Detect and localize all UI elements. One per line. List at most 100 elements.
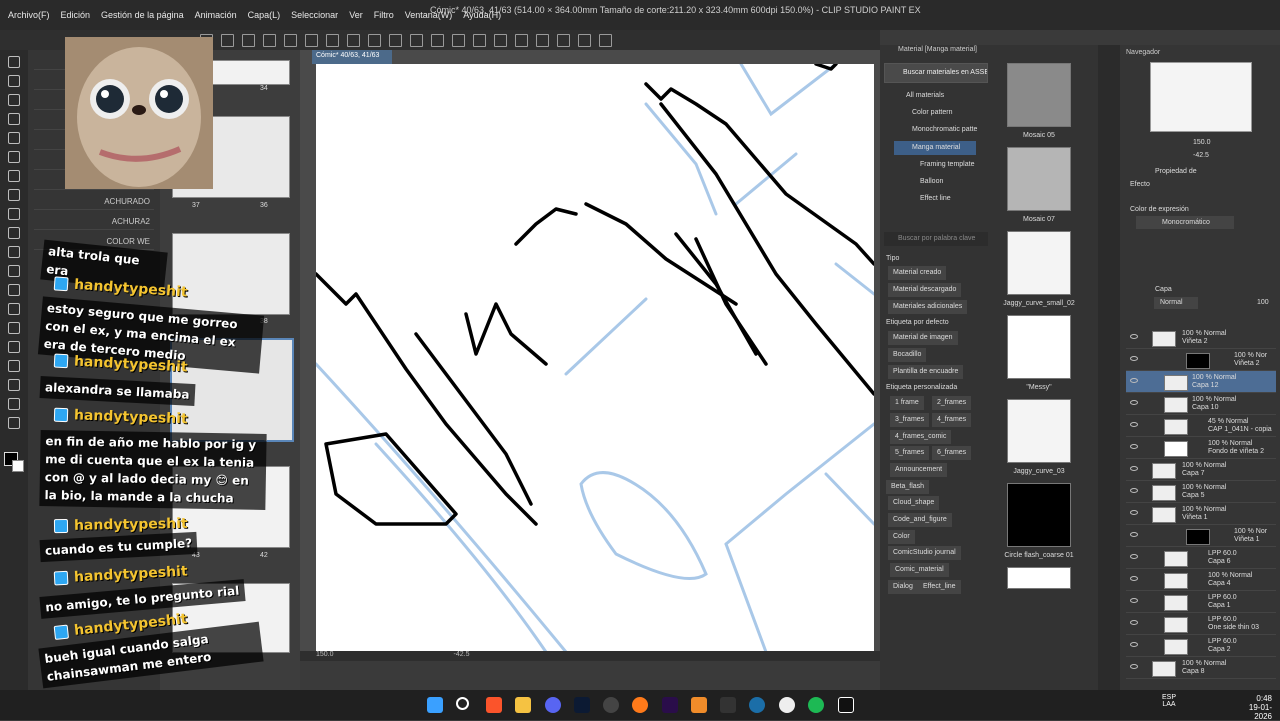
menu-ver[interactable]: Ver	[349, 10, 363, 20]
layer-row[interactable]: LPP 60.0 One side thin 03	[1126, 613, 1276, 635]
save-icon[interactable]	[242, 33, 255, 47]
snap-grid-icon[interactable]	[578, 33, 591, 47]
fill-bucket-icon[interactable]	[8, 303, 20, 315]
redo-icon[interactable]	[389, 33, 402, 47]
layer-row[interactable]: LPP 60.0 Capa 6	[1126, 547, 1276, 569]
drawing-canvas[interactable]	[316, 64, 874, 652]
deselect-icon[interactable]	[494, 33, 507, 47]
page-icon[interactable]	[284, 33, 297, 47]
tag-cloud-shape[interactable]: Cloud_shape	[888, 496, 940, 510]
page4-icon[interactable]	[347, 33, 360, 47]
layer-row[interactable]: 100 % Nor Viñeta 1	[1126, 525, 1276, 547]
eye-icon[interactable]	[1130, 422, 1138, 427]
material-jaggy-curve-small-02[interactable]	[1007, 231, 1071, 295]
eye-icon[interactable]	[1130, 334, 1138, 339]
brave-browser-icon[interactable]	[486, 697, 502, 713]
tag-color[interactable]: Color	[888, 530, 915, 544]
photoshop-icon[interactable]	[574, 697, 590, 713]
zoom-value[interactable]: 150.0	[316, 651, 334, 661]
layer-row[interactable]: 100 % Normal Capa 5	[1126, 481, 1276, 503]
tag-beta-flash[interactable]: Beta_flash	[886, 480, 930, 494]
capcut-icon[interactable]	[838, 697, 854, 713]
layer-row[interactable]: LPP 60.0 Capa 2	[1126, 635, 1276, 657]
material-mosaic-05[interactable]	[1007, 63, 1071, 127]
move-layer-icon[interactable]	[8, 113, 20, 125]
layer-row[interactable]: 100 % Normal Capa 4	[1126, 569, 1276, 591]
start-icon[interactable]	[427, 697, 443, 713]
eye-icon[interactable]	[1130, 642, 1138, 647]
lasso-icon[interactable]	[8, 132, 20, 144]
tag-materiales-adicionales[interactable]: Materiales adicionales	[888, 300, 968, 314]
navigator-zoom[interactable]: 150.0	[1193, 139, 1211, 146]
select-icon[interactable]	[410, 33, 423, 47]
tag-material-imagen[interactable]: Material de imagen	[888, 331, 958, 345]
tag-comicstudio-journal[interactable]: ComicStudio journal	[888, 546, 961, 560]
system-clock[interactable]: 0:48 19-01-2026	[1238, 694, 1272, 721]
open-icon[interactable]	[221, 33, 234, 47]
correct-line-icon[interactable]	[8, 417, 20, 429]
menu-animacion[interactable]: Animación	[195, 10, 237, 20]
transform-icon[interactable]	[473, 33, 486, 47]
obs-icon[interactable]	[603, 697, 619, 713]
undo-icon[interactable]	[368, 33, 381, 47]
brush-item-achurado[interactable]: ACHURADO	[34, 194, 154, 210]
fill-icon[interactable]	[452, 33, 465, 47]
material-jaggy-curve-03[interactable]	[1007, 399, 1071, 463]
tag-6-frames[interactable]: 6_frames	[932, 446, 972, 460]
tag-bocadillo[interactable]: Bocadillo	[888, 348, 927, 362]
navigator-preview[interactable]	[1150, 62, 1252, 132]
tree-balloon[interactable]: Balloon	[920, 178, 943, 185]
tag-plantilla-encuadre[interactable]: Plantilla de encuadre	[888, 365, 964, 379]
menu-archivo[interactable]: Archivo(F)	[8, 10, 50, 20]
pen-icon[interactable]	[8, 189, 20, 201]
page3-icon[interactable]	[326, 33, 339, 47]
tag-comic-material[interactable]: Comic_material	[890, 563, 949, 577]
tag-material-descargado[interactable]: Material descargado	[888, 283, 962, 297]
layer-row[interactable]: 100 % Nor Viñeta 2	[1126, 349, 1276, 371]
layer-row[interactable]: LPP 60.0 Capa 1	[1126, 591, 1276, 613]
tag-4-frames[interactable]: 4_frames	[932, 413, 972, 427]
export-icon[interactable]	[263, 33, 276, 47]
page2-icon[interactable]	[305, 33, 318, 47]
operation-icon[interactable]	[8, 94, 20, 106]
eye-icon[interactable]	[1130, 356, 1138, 361]
brush-item-achura2[interactable]: ACHURA2	[34, 214, 154, 230]
blend-mode-select[interactable]: Normal	[1154, 297, 1198, 309]
tree-framing-template[interactable]: Framing template	[920, 161, 974, 168]
frame-icon[interactable]	[8, 341, 20, 353]
premiere-icon[interactable]	[662, 697, 678, 713]
menu-capa[interactable]: Capa(L)	[248, 10, 281, 20]
eye-icon[interactable]	[1130, 466, 1138, 471]
layer-row[interactable]: 100 % Normal Fondo de viñeta 2	[1126, 437, 1276, 459]
airbrush-icon[interactable]	[8, 246, 20, 258]
pencil-icon[interactable]	[8, 208, 20, 220]
menu-filtro[interactable]: Filtro	[374, 10, 394, 20]
layer-row[interactable]: 100 % Normal Capa 10	[1126, 393, 1276, 415]
move-icon[interactable]	[8, 75, 20, 87]
tag-2-frames[interactable]: 2_frames	[932, 396, 972, 410]
eye-icon[interactable]	[1130, 598, 1138, 603]
layer-row[interactable]: 100 % Normal Viñeta 1	[1126, 503, 1276, 525]
assets-search-button[interactable]: Buscar materiales en ASSETS	[884, 63, 988, 83]
clip-studio-paint-icon[interactable]	[779, 697, 795, 713]
layer-row-selected[interactable]: 100 % Normal Capa 12	[1126, 371, 1276, 393]
steam-icon[interactable]	[749, 697, 765, 713]
sub-color-swatch[interactable]	[12, 460, 24, 472]
eye-icon[interactable]	[1130, 378, 1138, 383]
spotify-icon[interactable]	[808, 697, 824, 713]
layer-row[interactable]: 45 % Normal CAP 1_041N - copia	[1126, 415, 1276, 437]
tree-effect-line[interactable]: Effect line	[920, 195, 951, 202]
snap-icon[interactable]	[536, 33, 549, 47]
snap-perspective-icon[interactable]	[599, 33, 612, 47]
navigator-angle[interactable]: -42.5	[1193, 152, 1209, 159]
clear-icon[interactable]	[431, 33, 444, 47]
eye-icon[interactable]	[1130, 532, 1138, 537]
blend-icon[interactable]	[8, 284, 20, 296]
document-tab[interactable]: Cómic* 40/63, 41/63	[312, 50, 392, 64]
auto-select-icon[interactable]	[8, 151, 20, 163]
brush-icon[interactable]	[8, 227, 20, 239]
eye-icon[interactable]	[1130, 400, 1138, 405]
tree-monochromatic[interactable]: Monochromatic patte	[912, 126, 977, 133]
layer-row[interactable]: 100 % Normal Capa 8	[1126, 657, 1276, 679]
opacity-value[interactable]: 100	[1257, 299, 1269, 306]
